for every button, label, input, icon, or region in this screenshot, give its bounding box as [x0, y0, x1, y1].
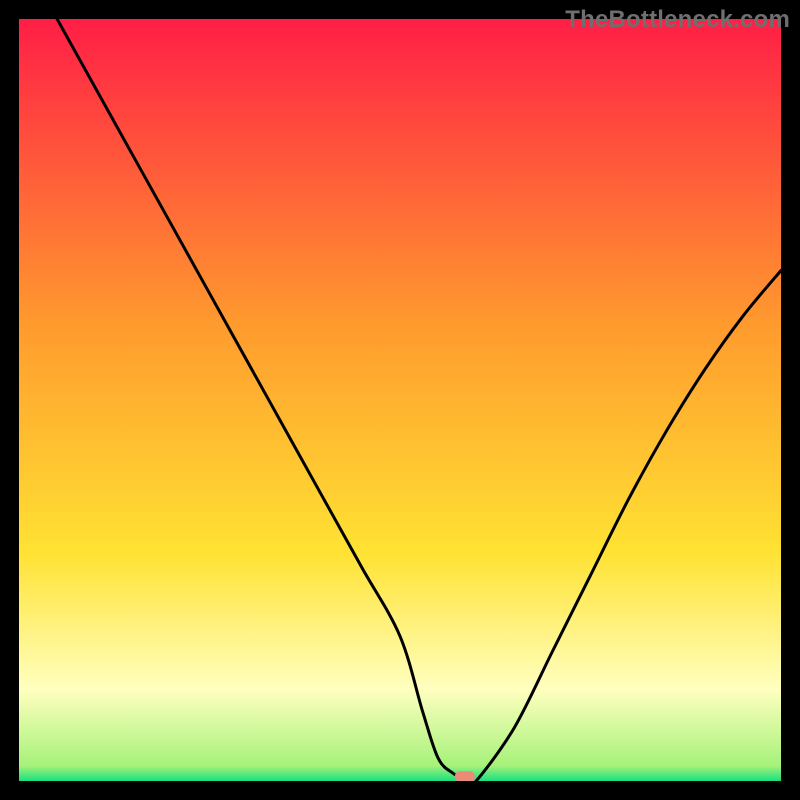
optimal-point-marker	[455, 771, 475, 781]
bottleneck-plot	[19, 19, 781, 781]
chart-stage: TheBottleneck.com	[0, 0, 800, 800]
gradient-background	[19, 19, 781, 781]
watermark-text: TheBottleneck.com	[565, 6, 790, 34]
plot-area	[19, 19, 781, 781]
